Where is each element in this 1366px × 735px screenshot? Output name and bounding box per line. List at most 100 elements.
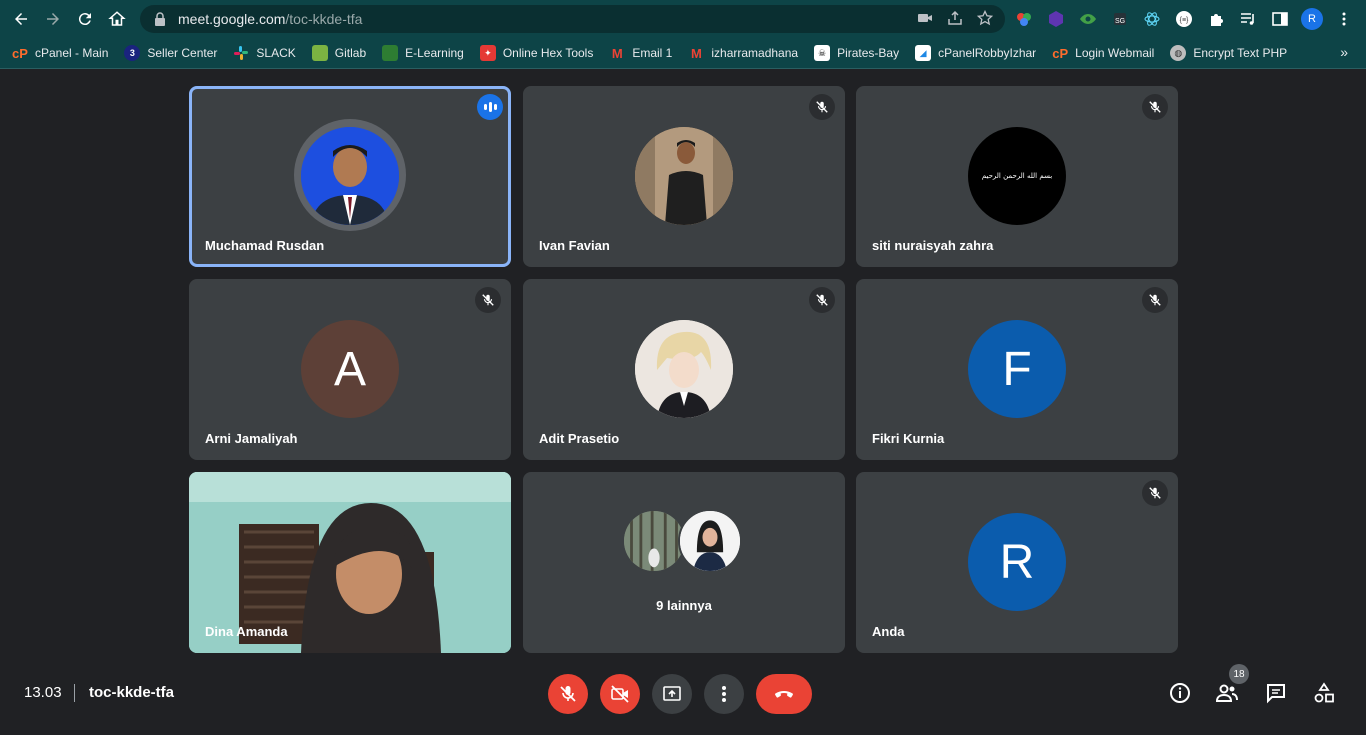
participant-tile[interactable]: Adit Prasetio (523, 279, 845, 460)
bookmark-label: SLACK (256, 46, 296, 60)
lock-icon (155, 12, 165, 26)
bookmark-cpanel-robby[interactable]: ◢ cPanelRobbyIzhar (915, 45, 1036, 61)
others-tile[interactable]: 9 lainnya (523, 472, 845, 653)
camera-off-icon (611, 685, 629, 703)
meeting-details-button[interactable] (1167, 680, 1193, 706)
browser-menu-icon[interactable] (1332, 7, 1356, 31)
others-avatars (622, 509, 746, 575)
call-end-icon (775, 691, 793, 698)
gmail-icon: M (690, 45, 702, 61)
participant-photo (635, 320, 733, 418)
bookmark-label: Seller Center (147, 46, 218, 60)
address-bar[interactable]: meet.google.com/toc-kkde-tfa (140, 5, 1005, 33)
bookmark-elearning[interactable]: E-Learning (382, 45, 464, 61)
participant-tile[interactable]: F Fikri Kurnia (856, 279, 1178, 460)
bookmark-login-webmail[interactable]: cP Login Webmail (1052, 45, 1154, 61)
self-tile[interactable]: R Anda (856, 472, 1178, 653)
present-icon (663, 686, 681, 701)
media-control-icon[interactable] (1236, 7, 1260, 31)
profile-avatar[interactable]: R (1300, 7, 1324, 31)
bookmark-label: Email 1 (632, 46, 673, 60)
hex-tools-icon: ✦ (479, 45, 496, 61)
pirate-icon: ☠ (814, 45, 831, 61)
extensions-puzzle-icon[interactable] (1204, 7, 1228, 31)
mic-off-icon (1142, 94, 1168, 120)
share-icon[interactable] (947, 10, 963, 26)
seller-center-icon: 3 (124, 45, 141, 61)
participant-video-tile[interactable]: Dina Amanda (189, 472, 511, 653)
reload-button[interactable] (69, 3, 101, 35)
cpanel-icon: cP (12, 45, 28, 61)
back-arrow-icon (15, 13, 27, 25)
participant-photo (622, 509, 686, 573)
bookmark-label: cPanelRobbyIzhar (938, 46, 1037, 60)
back-button[interactable] (5, 3, 37, 35)
camera-indicator-icon[interactable] (917, 10, 933, 26)
mic-off-icon (560, 686, 576, 702)
mic-off-icon (475, 287, 501, 313)
mic-off-icon (1142, 287, 1168, 313)
bookmark-star-icon[interactable] (977, 10, 993, 26)
participant-tile[interactable]: Muchamad Rusdan (189, 86, 511, 267)
participant-photo (301, 127, 399, 225)
extension-react-icon[interactable] (1140, 7, 1164, 31)
extension-sg-icon[interactable]: SG (1108, 7, 1132, 31)
camera-toggle-button[interactable] (600, 674, 640, 714)
participant-name: Fikri Kurnia (872, 431, 945, 446)
reload-icon (78, 13, 91, 26)
side-panel-icon[interactable] (1268, 7, 1292, 31)
participant-initial-avatar: A (301, 320, 399, 418)
bookmark-izharramadhana[interactable]: Mizharramadhana (688, 45, 798, 61)
elearning-icon (382, 45, 399, 61)
bookmark-pirates-bay[interactable]: ☠ Pirates-Bay (814, 45, 899, 61)
participant-tile[interactable]: A Arni Jamaliyah (189, 279, 511, 460)
activities-icon (1314, 682, 1334, 703)
mic-off-icon (1142, 480, 1168, 506)
forward-arrow-icon (47, 13, 59, 25)
participant-photo (678, 509, 742, 573)
extension-json-icon[interactable]: {≡} (1172, 7, 1196, 31)
participant-initial-avatar: F (968, 320, 1066, 418)
extension-eye-icon[interactable] (1076, 7, 1100, 31)
microphone-toggle-button[interactable] (548, 674, 588, 714)
forward-button[interactable] (37, 3, 69, 35)
bookmark-label: cPanel - Main (35, 46, 109, 60)
bookmark-gitlab[interactable]: Gitlab (311, 45, 367, 61)
bookmark-email-1[interactable]: M Email 1 (609, 45, 672, 61)
url-path: /toc-kkde-tfa (285, 11, 363, 27)
meeting-code: toc-kkde-tfa (89, 684, 175, 701)
bookmark-label: Pirates-Bay (837, 46, 900, 60)
slack-icon (233, 45, 249, 61)
home-icon (108, 11, 126, 26)
people-button[interactable] (1214, 680, 1240, 706)
extension-cube-icon[interactable] (1044, 7, 1068, 31)
participant-name: Arni Jamaliyah (205, 431, 298, 446)
extension-color-icon[interactable] (1012, 7, 1036, 31)
present-screen-button[interactable] (652, 674, 692, 714)
meeting-grid: Muchamad Rusdan Ivan Favian بسم الله الر… (0, 70, 1366, 735)
participant-tile[interactable]: بسم الله الرحمن الرحيم siti nuraisyah za… (856, 86, 1178, 267)
participant-count-badge: 18 (1229, 664, 1249, 684)
more-options-button[interactable] (704, 674, 744, 714)
participant-tile[interactable]: Ivan Favian (523, 86, 845, 267)
activities-button[interactable] (1311, 680, 1337, 706)
bookmarks-overflow-icon[interactable]: » (1340, 44, 1348, 60)
svg-text:SG: SG (1115, 18, 1125, 25)
chat-button[interactable] (1263, 680, 1289, 706)
gmail-icon: M (611, 45, 623, 61)
meeting-time: 13.03 (24, 684, 62, 701)
bookmark-hex-tools[interactable]: ✦ Online Hex Tools (479, 45, 593, 61)
leave-call-button[interactable] (756, 674, 812, 714)
bookmark-cpanel-main[interactable]: cP cPanel - Main (12, 45, 108, 61)
participant-name: siti nuraisyah zahra (872, 238, 994, 253)
bookmark-slack[interactable]: SLACK (233, 45, 296, 61)
globe-icon: ◍ (1170, 45, 1187, 61)
bookmark-encrypt-text[interactable]: ◍ Encrypt Text PHP (1170, 45, 1287, 61)
profile-initial: R (1301, 8, 1323, 30)
participant-photo (635, 127, 733, 225)
home-button[interactable] (101, 3, 133, 35)
bookmark-label: Gitlab (334, 46, 367, 60)
bookmark-seller-center[interactable]: 3 Seller Center (124, 45, 217, 61)
bookmarks-bar: cP cPanel - Main 3 Seller Center SLACK Git… (0, 38, 1366, 69)
participant-name: Anda (872, 624, 905, 639)
